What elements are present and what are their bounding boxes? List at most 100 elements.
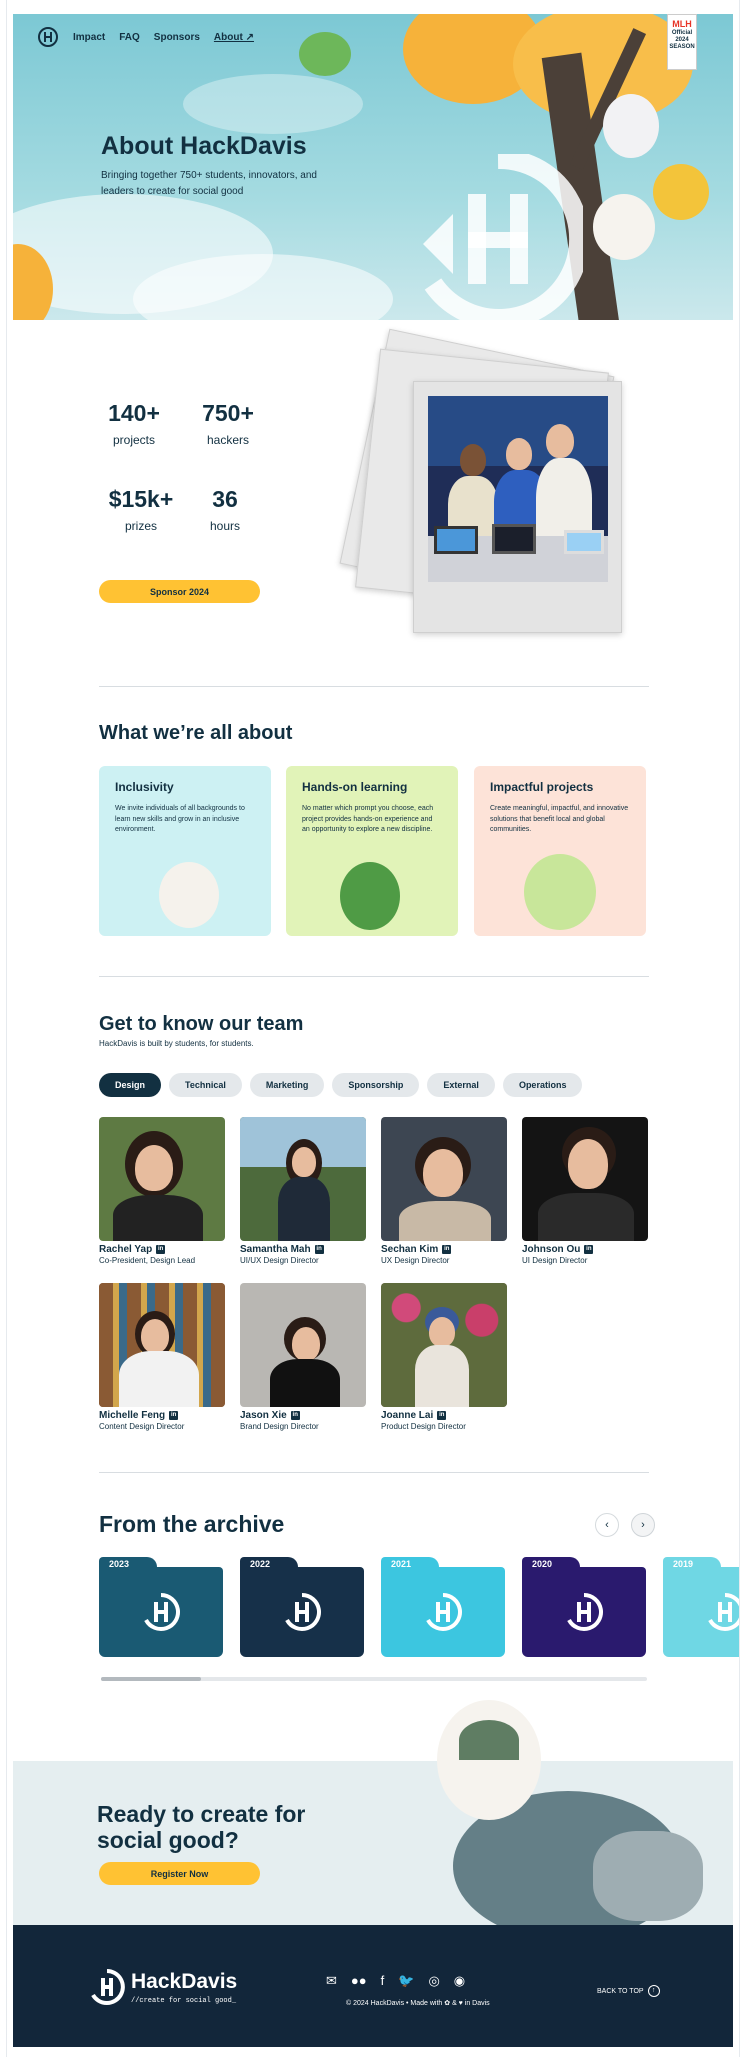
linkedin-icon[interactable]: in bbox=[437, 1411, 447, 1420]
nav-link-sponsors[interactable]: Sponsors bbox=[154, 32, 200, 43]
person-face bbox=[546, 424, 574, 458]
hackdavis-logo-icon[interactable] bbox=[89, 1969, 125, 2005]
archive-prev-button[interactable]: ‹ bbox=[595, 1513, 619, 1537]
cta-title: Ready to create for social good? bbox=[97, 1801, 306, 1854]
folder-tab: 2022 bbox=[240, 1557, 298, 1571]
copyright: © 2024 HackDavis • Made with ✿ & ♥ in Da… bbox=[346, 2000, 490, 2007]
nav-link-impact[interactable]: Impact bbox=[73, 32, 105, 43]
team-section-title: Get to know our team bbox=[99, 1013, 304, 1035]
folder-year: 2023 bbox=[109, 1559, 130, 1569]
frog-mascot-icon bbox=[299, 32, 351, 76]
member-photo bbox=[522, 1117, 648, 1241]
folder-year: 2022 bbox=[250, 1559, 271, 1569]
nav-link-about[interactable]: About ↗ bbox=[214, 32, 254, 43]
team-member-card[interactable]: Sechan Kim in UX Design Director bbox=[381, 1117, 507, 1265]
card-text: Create meaningful, impactful, and innova… bbox=[490, 805, 629, 833]
facebook-icon[interactable]: f bbox=[381, 1973, 385, 1989]
tab-marketing[interactable]: Marketing bbox=[249, 1073, 325, 1097]
tab-design[interactable]: Design bbox=[99, 1073, 162, 1097]
section-divider bbox=[99, 976, 649, 977]
member-photo bbox=[381, 1117, 507, 1241]
rock-illustration bbox=[593, 1831, 703, 1921]
twitter-icon[interactable]: 🐦 bbox=[398, 1973, 414, 1989]
archive-folder[interactable]: 2021 bbox=[381, 1557, 505, 1657]
stat-prizes: $15k+ prizes bbox=[96, 486, 186, 533]
person-face bbox=[568, 1139, 608, 1189]
archive-folder[interactable]: 2023 bbox=[99, 1557, 223, 1657]
hackdavis-logo-icon bbox=[426, 1593, 462, 1631]
folder-year: 2019 bbox=[673, 1559, 694, 1569]
tab-sponsorship[interactable]: Sponsorship bbox=[332, 1073, 420, 1097]
mail-icon[interactable]: ✉ bbox=[326, 1973, 337, 1989]
medium-icon[interactable]: ●● bbox=[351, 1973, 367, 1989]
person-face bbox=[423, 1149, 463, 1197]
discord-icon[interactable]: ◉ bbox=[454, 1973, 465, 1989]
hackdavis-big-logo bbox=[423, 154, 583, 320]
team-member-card[interactable]: Jason Xie in Brand Design Director bbox=[240, 1283, 366, 1431]
person-body bbox=[538, 1193, 634, 1241]
page-subtitle: Bringing together 750+ students, innovat… bbox=[101, 170, 317, 197]
linkedin-icon[interactable]: in bbox=[442, 1245, 452, 1254]
person-body bbox=[415, 1345, 469, 1407]
back-to-top-link[interactable]: BACK TO TOP ↑ bbox=[597, 1985, 660, 1997]
folder-body bbox=[99, 1567, 223, 1657]
member-photo bbox=[240, 1283, 366, 1407]
cta-section: Ready to create for social good? Registe… bbox=[13, 1761, 733, 1925]
instagram-icon[interactable]: ◎ bbox=[428, 1973, 439, 1989]
card-text: No matter which prompt you choose, each … bbox=[302, 805, 434, 833]
archive-folder[interactable]: 2019 bbox=[663, 1557, 739, 1657]
linkedin-icon[interactable]: in bbox=[156, 1245, 166, 1254]
linkedin-icon[interactable]: in bbox=[290, 1411, 300, 1420]
team-photo-polaroid bbox=[413, 381, 622, 633]
person-face bbox=[460, 444, 486, 476]
sponsor-button[interactable]: Sponsor 2024 bbox=[99, 580, 260, 603]
archive-scrollbar[interactable] bbox=[101, 1677, 647, 1681]
member-name: Rachel Yap bbox=[99, 1244, 153, 1255]
nav-link-faq[interactable]: FAQ bbox=[119, 32, 140, 43]
archive-folder[interactable]: 2022 bbox=[240, 1557, 364, 1657]
stat-hours: 36 hours bbox=[180, 486, 270, 533]
team-member-card[interactable]: Joanne Lai in Product Design Director bbox=[381, 1283, 507, 1431]
card-impactful-projects: Impactful projects Create meaningful, im… bbox=[474, 766, 646, 936]
member-name: Samantha Mah bbox=[240, 1244, 311, 1255]
team-member-card[interactable]: Rachel Yap in Co-President, Design Lead bbox=[99, 1117, 225, 1265]
register-button[interactable]: Register Now bbox=[99, 1862, 260, 1885]
folder-body bbox=[663, 1567, 739, 1657]
person-face bbox=[292, 1327, 320, 1361]
mlh-badge[interactable]: MLH Official 2024 SEASON bbox=[667, 14, 697, 70]
archive-next-button[interactable]: › bbox=[631, 1513, 655, 1537]
tab-external[interactable]: External bbox=[427, 1073, 495, 1097]
archive-scrollbar-thumb[interactable] bbox=[101, 1677, 201, 1681]
hero-banner: Impact FAQ Sponsors About ↗ MLH Official… bbox=[13, 14, 733, 320]
team-member-card[interactable]: Michelle Feng in Content Design Director bbox=[99, 1283, 225, 1431]
member-name: Johnson Ou bbox=[522, 1244, 581, 1255]
card-inclusivity: Inclusivity We invite individuals of all… bbox=[99, 766, 271, 936]
hackdavis-logo-icon[interactable] bbox=[37, 26, 59, 48]
person-body bbox=[113, 1195, 203, 1241]
archive-folder[interactable]: 2020 bbox=[522, 1557, 646, 1657]
member-role: UI Design Director bbox=[522, 1256, 588, 1265]
stat-label: hackers bbox=[206, 433, 250, 447]
cow-mascot-icon bbox=[437, 1700, 541, 1820]
tab-technical[interactable]: Technical bbox=[169, 1073, 242, 1097]
laptop-icon bbox=[492, 524, 536, 554]
tab-operations[interactable]: Operations bbox=[502, 1073, 583, 1097]
mlh-badge-title: MLH bbox=[672, 19, 692, 29]
team-member-card[interactable]: Samantha Mah in UI/UX Design Director bbox=[240, 1117, 366, 1265]
team-subtitle: HackDavis is built by students, for stud… bbox=[99, 1039, 254, 1048]
team-member-card[interactable]: Johnson Ou in UI Design Director bbox=[522, 1117, 648, 1265]
main-nav: Impact FAQ Sponsors About ↗ bbox=[37, 26, 254, 48]
person-face bbox=[141, 1319, 169, 1353]
card-title: Inclusivity bbox=[115, 780, 174, 794]
linkedin-icon[interactable]: in bbox=[314, 1245, 324, 1254]
folder-body bbox=[240, 1567, 364, 1657]
section-divider bbox=[99, 1472, 649, 1473]
member-photo bbox=[381, 1283, 507, 1407]
laptop-icon bbox=[564, 530, 604, 554]
person-body bbox=[278, 1177, 330, 1241]
card-hands-on-learning: Hands-on learning No matter which prompt… bbox=[286, 766, 458, 936]
linkedin-icon[interactable]: in bbox=[584, 1245, 594, 1254]
person-body bbox=[270, 1359, 340, 1407]
linkedin-icon[interactable]: in bbox=[169, 1411, 179, 1420]
member-name: Joanne Lai bbox=[381, 1410, 434, 1421]
